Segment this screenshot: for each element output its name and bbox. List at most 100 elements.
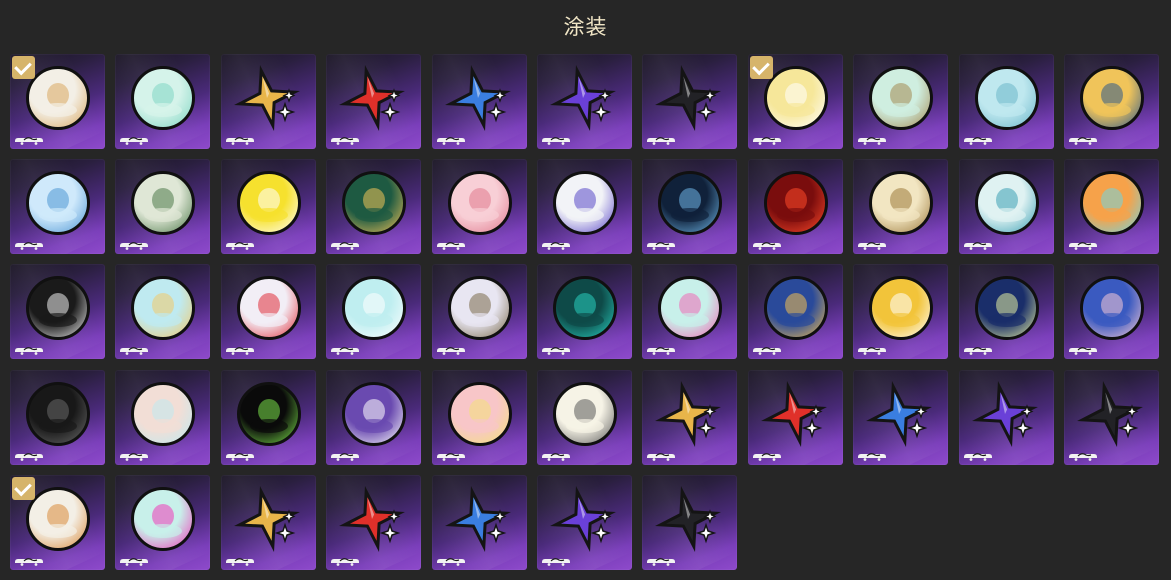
skin-tile[interactable] <box>115 474 211 570</box>
star-emblem-icon <box>866 380 933 447</box>
skin-tile[interactable] <box>1063 264 1159 360</box>
skin-tile[interactable] <box>115 159 211 255</box>
skateboard-icon <box>120 452 149 461</box>
skin-tile[interactable] <box>958 264 1054 360</box>
skin-tile[interactable] <box>115 54 211 149</box>
skateboard-icon <box>15 347 43 356</box>
skin-tile[interactable] <box>536 369 632 465</box>
skateboard-icon <box>752 137 781 145</box>
skin-tile[interactable] <box>642 159 738 255</box>
star-emblem-icon <box>655 485 722 552</box>
skin-tile[interactable] <box>958 369 1054 465</box>
skin-mascot-icon <box>974 171 1039 236</box>
skin-tile[interactable] <box>1063 369 1159 465</box>
star-emblem-icon <box>971 380 1038 447</box>
skateboard-icon <box>541 452 570 461</box>
skin-portrait-icon <box>26 66 90 130</box>
skateboard-icon <box>436 242 465 251</box>
skin-tile[interactable] <box>853 264 949 360</box>
skin-tile[interactable] <box>115 369 211 465</box>
skateboard-icon <box>1068 452 1097 461</box>
skin-tile[interactable] <box>115 264 211 360</box>
skin-tile[interactable] <box>536 159 632 255</box>
skateboard-icon <box>120 347 149 356</box>
skin-cat-icon <box>131 486 196 551</box>
skateboard-icon <box>963 242 992 251</box>
skin-tile[interactable] <box>431 159 527 255</box>
skateboard-icon <box>15 557 43 566</box>
skateboard-icon <box>331 242 360 251</box>
skateboard-icon <box>225 347 254 356</box>
skateboard-icon <box>963 137 992 145</box>
skin-tile[interactable] <box>326 264 422 360</box>
skateboard-icon <box>541 557 570 566</box>
skin-tile[interactable] <box>326 159 422 255</box>
star-emblem-icon <box>444 65 511 131</box>
skin-tile[interactable] <box>536 264 632 360</box>
skateboard-icon <box>647 347 676 356</box>
skin-tile[interactable] <box>1063 54 1159 149</box>
skateboard-icon <box>331 452 360 461</box>
skin-slime-icon <box>658 276 723 341</box>
skin-tile[interactable] <box>220 54 316 149</box>
skin-tile[interactable] <box>642 474 738 570</box>
skin-tile[interactable] <box>326 54 422 149</box>
skin-tile[interactable] <box>220 159 316 255</box>
skin-tile[interactable] <box>10 474 105 570</box>
skin-wave-icon <box>131 66 196 130</box>
skateboard-icon <box>225 452 254 461</box>
skin-tile[interactable] <box>853 369 949 465</box>
skin-tile[interactable] <box>642 264 738 360</box>
skin-tile[interactable] <box>853 54 949 149</box>
skin-emblem-icon <box>552 171 617 236</box>
skin-tile[interactable] <box>536 54 632 149</box>
skin-tree-icon <box>658 171 723 236</box>
skin-tile[interactable] <box>747 54 843 149</box>
skin-tile[interactable] <box>958 159 1054 255</box>
skin-tile[interactable] <box>220 474 316 570</box>
skateboard-icon <box>541 242 570 251</box>
skateboard-icon <box>225 242 254 251</box>
skin-monster-icon <box>236 381 301 446</box>
skateboard-icon <box>647 452 676 461</box>
skin-tile[interactable] <box>220 264 316 360</box>
skateboard-icon <box>331 557 360 566</box>
skin-tile[interactable] <box>958 54 1054 149</box>
skin-wave-icon <box>974 66 1039 130</box>
skin-gear-icon <box>869 171 934 236</box>
skateboard-icon <box>436 452 465 461</box>
skin-tile[interactable] <box>10 369 105 465</box>
skin-tile[interactable] <box>747 159 843 255</box>
skin-tile[interactable] <box>220 369 316 465</box>
skin-tile[interactable] <box>431 54 527 149</box>
skin-mascot-icon <box>131 381 196 446</box>
skin-triangle-icon <box>552 276 617 341</box>
skin-tile[interactable] <box>431 264 527 360</box>
skin-tile[interactable] <box>642 54 738 149</box>
skin-tile[interactable] <box>1063 159 1159 255</box>
skin-tile[interactable] <box>431 474 527 570</box>
skin-tile[interactable] <box>10 54 105 149</box>
skin-cube-icon <box>552 381 617 446</box>
skin-tile[interactable] <box>536 474 632 570</box>
skin-tile[interactable] <box>10 264 105 360</box>
skin-orb-icon <box>447 276 512 341</box>
skateboard-icon <box>541 137 570 145</box>
skin-tile[interactable] <box>853 159 949 255</box>
skin-tile[interactable] <box>326 369 422 465</box>
skin-tile[interactable] <box>747 369 843 465</box>
skin-tile[interactable] <box>10 159 105 255</box>
skateboard-icon <box>15 137 43 145</box>
skateboard-icon <box>858 137 887 145</box>
skin-portrait-icon <box>131 276 196 341</box>
skin-portrait-icon <box>26 486 90 551</box>
skin-tile[interactable] <box>326 474 422 570</box>
skin-monster-icon <box>26 381 90 446</box>
skin-portrait-icon <box>763 66 828 130</box>
star-emblem-icon <box>549 65 616 131</box>
star-emblem-icon <box>444 485 511 552</box>
star-emblem-icon <box>339 485 406 552</box>
skin-tile[interactable] <box>431 369 527 465</box>
skin-tile[interactable] <box>642 369 738 465</box>
skin-tile[interactable] <box>747 264 843 360</box>
